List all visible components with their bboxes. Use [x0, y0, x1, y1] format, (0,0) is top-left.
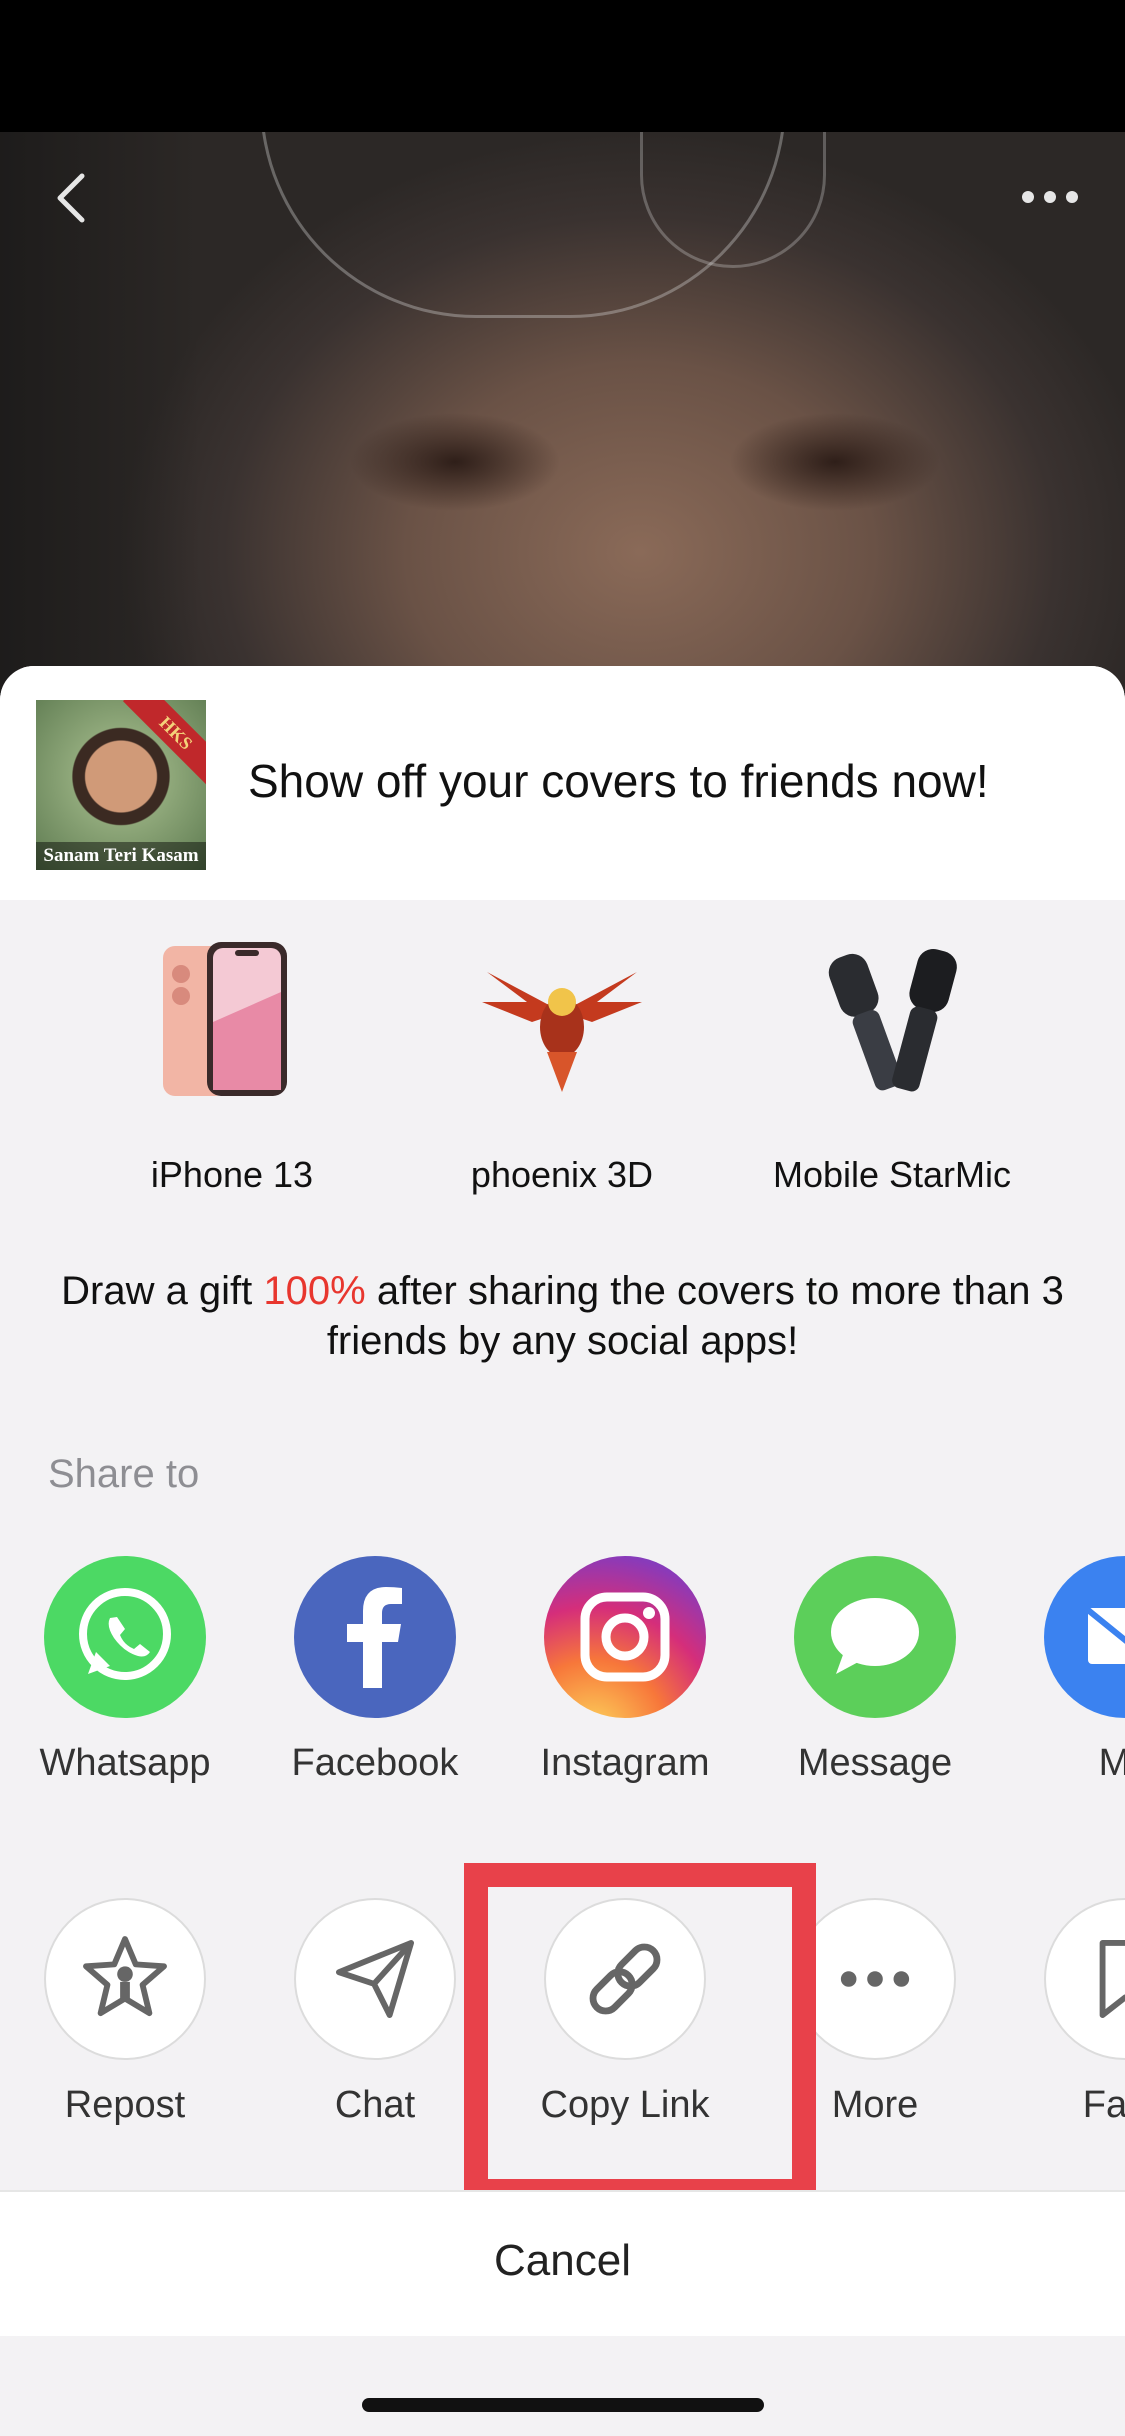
- cover-title: Sanam Teri Kasam: [36, 842, 206, 870]
- instagram-icon: [544, 1556, 706, 1718]
- app-label: Whatsapp: [39, 1742, 211, 1784]
- action-label: Favo: [1082, 2084, 1125, 2126]
- whatsapp-icon: [44, 1556, 206, 1718]
- cancel-button[interactable]: Cancel: [0, 2190, 1125, 2336]
- cover-background-image: [0, 132, 1125, 692]
- share-facebook[interactable]: Facebook: [265, 1556, 485, 1785]
- send-icon: [294, 1898, 456, 2060]
- song-cover-thumbnail: HKS Sanam Teri Kasam: [36, 700, 206, 870]
- repost-star-icon: [44, 1898, 206, 2060]
- back-arrow-icon[interactable]: [52, 168, 92, 228]
- gift-label: iPhone 13: [150, 1154, 314, 1195]
- status-bar: [0, 0, 1125, 132]
- app-label: Ma: [1098, 1742, 1125, 1784]
- copy-link-highlight-box: [464, 1863, 816, 2203]
- action-repost[interactable]: Repost: [15, 1898, 235, 2127]
- gift-phoenix: phoenix 3D: [397, 932, 727, 1196]
- share-mail[interactable]: Ma: [1015, 1556, 1125, 1785]
- draw-prefix: Draw a gift: [61, 1269, 264, 1313]
- share-whatsapp[interactable]: Whatsapp: [15, 1556, 235, 1785]
- gift-label: Mobile StarMic: [772, 1154, 1012, 1195]
- share-message[interactable]: Message: [765, 1556, 985, 1785]
- draw-suffix: after sharing the covers to more than 3 …: [326, 1269, 1064, 1363]
- promo-header: HKS Sanam Teri Kasam Show off your cover…: [0, 666, 1125, 900]
- message-icon: [794, 1556, 956, 1718]
- app-label: Facebook: [291, 1742, 459, 1784]
- action-favorite[interactable]: Favo: [1015, 1898, 1125, 2127]
- phoenix-gift-icon: [477, 932, 647, 1102]
- action-label: Chat: [334, 2084, 416, 2126]
- cover-ribbon: HKS: [122, 700, 206, 787]
- mail-icon: [1044, 1556, 1125, 1718]
- draw-gift-message: Draw a gift 100% after sharing the cover…: [40, 1266, 1085, 1366]
- action-chat[interactable]: Chat: [265, 1898, 485, 2127]
- app-label: Instagram: [540, 1742, 710, 1784]
- cancel-label: Cancel: [494, 2236, 631, 2285]
- more-options-icon[interactable]: [1020, 182, 1080, 212]
- promo-headline: Show off your covers to friends now!: [248, 755, 989, 807]
- microphone-gift-icon: [807, 932, 977, 1102]
- share-instagram[interactable]: Instagram: [515, 1556, 735, 1785]
- more-icon: [794, 1898, 956, 2060]
- favorite-icon: [1044, 1898, 1125, 2060]
- gift-label: phoenix 3D: [470, 1154, 654, 1195]
- share-sheet: HKS Sanam Teri Kasam Show off your cover…: [0, 666, 1125, 2436]
- gift-starmic: Mobile StarMic: [727, 932, 1057, 1196]
- share-to-heading: Share to: [48, 1452, 200, 1496]
- draw-percent: 100%: [263, 1269, 366, 1313]
- facebook-icon: [294, 1556, 456, 1718]
- iphone-gift-icon: [147, 932, 317, 1102]
- home-indicator: [362, 2398, 764, 2412]
- action-label: Repost: [64, 2084, 186, 2126]
- gift-iphone: iPhone 13: [67, 932, 397, 1196]
- app-label: Message: [797, 1742, 953, 1784]
